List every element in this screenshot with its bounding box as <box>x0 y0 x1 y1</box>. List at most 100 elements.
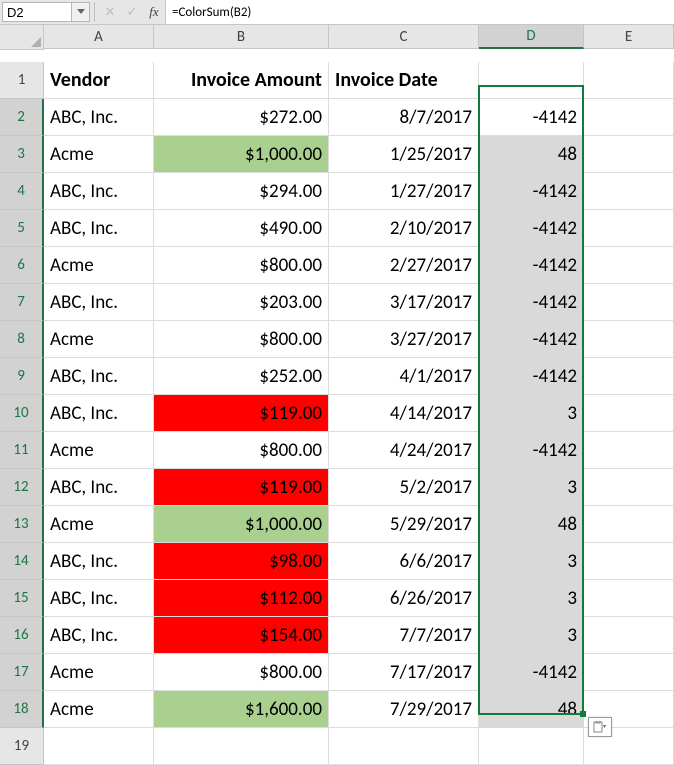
select-all-corner[interactable] <box>0 25 44 50</box>
cell-C11[interactable]: 4/24/2017 <box>329 432 479 469</box>
cell-E10[interactable] <box>584 395 674 432</box>
cell-B18[interactable]: $1,600.00 <box>154 691 329 728</box>
cell-A15[interactable]: ABC, Inc. <box>44 580 154 617</box>
cell-E1[interactable] <box>584 62 674 99</box>
cell-C14[interactable]: 6/6/2017 <box>329 543 479 580</box>
cell-E8[interactable] <box>584 321 674 358</box>
row-header-5[interactable]: 5 <box>0 210 44 247</box>
row-header-3[interactable]: 3 <box>0 136 44 173</box>
cell-D8[interactable]: -4142 <box>479 321 584 358</box>
cell-C18[interactable]: 7/29/2017 <box>329 691 479 728</box>
cell-A13[interactable]: Acme <box>44 506 154 543</box>
cell-A12[interactable]: ABC, Inc. <box>44 469 154 506</box>
cell-A6[interactable]: Acme <box>44 247 154 284</box>
row-header-11[interactable]: 11 <box>0 432 44 469</box>
cell-D6[interactable]: -4142 <box>479 247 584 284</box>
cell-B6[interactable]: $800.00 <box>154 247 329 284</box>
cell-B7[interactable]: $203.00 <box>154 284 329 321</box>
cell-D7[interactable]: -4142 <box>479 284 584 321</box>
cell-A1[interactable]: Vendor <box>44 62 154 99</box>
cell-E12[interactable] <box>584 469 674 506</box>
cell-B16[interactable]: $154.00 <box>154 617 329 654</box>
cell-A16[interactable]: ABC, Inc. <box>44 617 154 654</box>
cell-B17[interactable]: $800.00 <box>154 654 329 691</box>
row-header-1[interactable]: 1 <box>0 62 44 99</box>
row-header-13[interactable]: 13 <box>0 506 44 543</box>
cell-D19[interactable] <box>479 728 584 765</box>
row-header-9[interactable]: 9 <box>0 358 44 395</box>
cell-E11[interactable] <box>584 432 674 469</box>
cell-A17[interactable]: Acme <box>44 654 154 691</box>
row-header-14[interactable]: 14 <box>0 543 44 580</box>
cell-D13[interactable]: 48 <box>479 506 584 543</box>
row-header-8[interactable]: 8 <box>0 321 44 358</box>
cell-B14[interactable]: $98.00 <box>154 543 329 580</box>
cell-A10[interactable]: ABC, Inc. <box>44 395 154 432</box>
cell-C19[interactable] <box>329 728 479 765</box>
column-header-B[interactable]: B <box>154 25 329 49</box>
insert-function-button[interactable]: fx <box>143 0 165 24</box>
cell-B11[interactable]: $800.00 <box>154 432 329 469</box>
cell-E5[interactable] <box>584 210 674 247</box>
row-header-16[interactable]: 16 <box>0 617 44 654</box>
cell-B12[interactable]: $119.00 <box>154 469 329 506</box>
cell-C7[interactable]: 3/17/2017 <box>329 284 479 321</box>
row-header-18[interactable]: 18 <box>0 691 44 728</box>
cell-C12[interactable]: 5/2/2017 <box>329 469 479 506</box>
cell-D16[interactable]: 3 <box>479 617 584 654</box>
cell-B15[interactable]: $112.00 <box>154 580 329 617</box>
cell-C17[interactable]: 7/17/2017 <box>329 654 479 691</box>
row-header-4[interactable]: 4 <box>0 173 44 210</box>
cell-E2[interactable] <box>584 99 674 136</box>
cell-D12[interactable]: 3 <box>479 469 584 506</box>
cell-E17[interactable] <box>584 654 674 691</box>
cell-D4[interactable]: -4142 <box>479 173 584 210</box>
column-header-C[interactable]: C <box>329 25 479 49</box>
cell-C15[interactable]: 6/26/2017 <box>329 580 479 617</box>
cell-A5[interactable]: ABC, Inc. <box>44 210 154 247</box>
cell-C16[interactable]: 7/7/2017 <box>329 617 479 654</box>
row-header-2[interactable]: 2 <box>0 99 44 136</box>
row-header-17[interactable]: 17 <box>0 654 44 691</box>
cell-D1[interactable] <box>479 62 584 99</box>
cell-B3[interactable]: $1,000.00 <box>154 136 329 173</box>
cell-D14[interactable]: 3 <box>479 543 584 580</box>
column-header-A[interactable]: A <box>44 25 154 49</box>
cell-B4[interactable]: $294.00 <box>154 173 329 210</box>
cell-C4[interactable]: 1/27/2017 <box>329 173 479 210</box>
cell-B9[interactable]: $252.00 <box>154 358 329 395</box>
cell-B10[interactable]: $119.00 <box>154 395 329 432</box>
column-header-E[interactable]: E <box>584 25 674 49</box>
cell-C13[interactable]: 5/29/2017 <box>329 506 479 543</box>
cell-E16[interactable] <box>584 617 674 654</box>
name-box-dropdown[interactable] <box>72 2 90 22</box>
formula-input[interactable]: =ColorSum(B2) <box>165 0 674 24</box>
row-header-10[interactable]: 10 <box>0 395 44 432</box>
paste-options-button[interactable] <box>588 717 612 737</box>
cell-C3[interactable]: 1/25/2017 <box>329 136 479 173</box>
cell-A18[interactable]: Acme <box>44 691 154 728</box>
cell-D5[interactable]: -4142 <box>479 210 584 247</box>
row-header-7[interactable]: 7 <box>0 284 44 321</box>
cell-A7[interactable]: ABC, Inc. <box>44 284 154 321</box>
cell-A8[interactable]: Acme <box>44 321 154 358</box>
row-header-12[interactable]: 12 <box>0 469 44 506</box>
cell-B19[interactable] <box>154 728 329 765</box>
cell-E4[interactable] <box>584 173 674 210</box>
cell-C9[interactable]: 4/1/2017 <box>329 358 479 395</box>
cell-E3[interactable] <box>584 136 674 173</box>
cell-A4[interactable]: ABC, Inc. <box>44 173 154 210</box>
cell-D10[interactable]: 3 <box>479 395 584 432</box>
cell-D15[interactable]: 3 <box>479 580 584 617</box>
cell-E7[interactable] <box>584 284 674 321</box>
cell-C8[interactable]: 3/27/2017 <box>329 321 479 358</box>
cell-B8[interactable]: $800.00 <box>154 321 329 358</box>
enter-formula-button[interactable]: ✓ <box>121 0 143 24</box>
cell-C2[interactable]: 8/7/2017 <box>329 99 479 136</box>
cell-A9[interactable]: ABC, Inc. <box>44 358 154 395</box>
cell-A19[interactable] <box>44 728 154 765</box>
cell-D2[interactable]: -4142 <box>479 99 584 136</box>
cell-C1[interactable]: Invoice Date <box>329 62 479 99</box>
cell-B13[interactable]: $1,000.00 <box>154 506 329 543</box>
row-header-19[interactable]: 19 <box>0 728 44 765</box>
